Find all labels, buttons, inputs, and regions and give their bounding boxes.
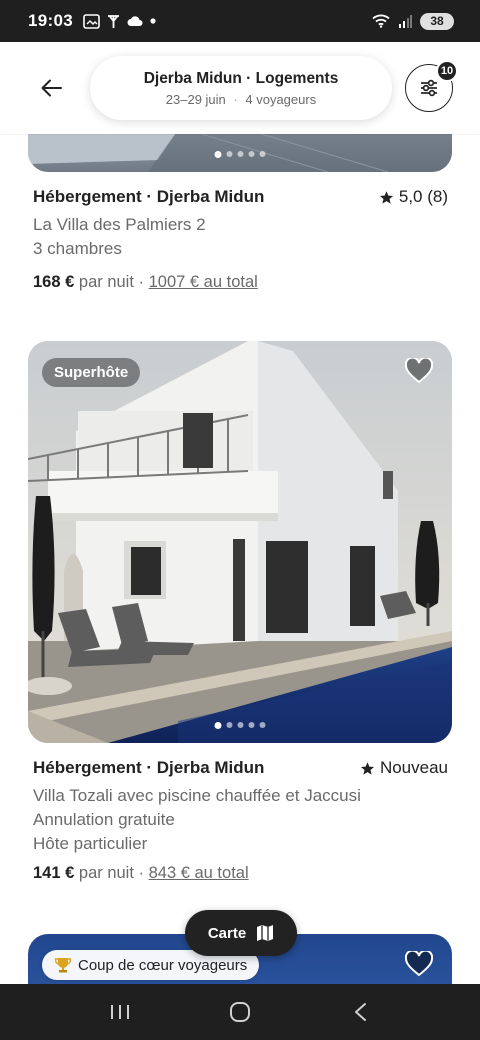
status-time: 19:03: [28, 11, 73, 30]
rating-value: Nouveau: [379, 758, 448, 777]
search-title: Djerba Midun · Logements: [143, 69, 339, 87]
listing-rating: 5,0 (8): [379, 187, 448, 207]
recent-apps-button[interactable]: [100, 992, 140, 1032]
search-guests: 4 voyageurs: [245, 91, 317, 107]
listing-type: Hébergement · Djerba Midun: [33, 187, 265, 206]
listing-price: 141 € par nuit · 843 € au total: [33, 864, 448, 883]
search-summary-pill[interactable]: Djerba Midun · Logements 23–29 juin · 4 …: [90, 56, 392, 120]
back-button[interactable]: [30, 66, 74, 110]
chevron-left-icon: [355, 1003, 366, 1021]
price-unit: par nuit: [78, 864, 134, 882]
map-icon: [257, 925, 274, 941]
price-separator: ·: [138, 864, 145, 882]
system-icons: 38: [372, 12, 454, 30]
wishlist-button[interactable]: [403, 355, 435, 387]
filter-count-badge: 10: [436, 60, 458, 82]
listing-photo-1[interactable]: [28, 130, 452, 172]
star-icon: [379, 190, 393, 204]
carousel-dot: [248, 151, 255, 157]
listing-detail: Hôte particulier: [33, 834, 148, 853]
heart-icon: [405, 951, 433, 977]
carousel-dot: [259, 151, 266, 157]
cloud-icon: [127, 15, 143, 27]
screen: 19:03 38 Djerba Midun · Logements 23–29 …: [0, 0, 480, 1040]
listing-photo-2[interactable]: Superhôte: [28, 341, 452, 743]
battery-indicator: 38: [420, 12, 454, 30]
listing-rating: Nouveau: [360, 758, 448, 778]
sliders-icon: [421, 79, 437, 97]
status-bar: 19:03 38: [0, 0, 480, 42]
trophy-icon: [54, 958, 72, 973]
battery-level: 38: [430, 14, 444, 28]
listing-header-row: Hébergement · Djerba Midun Nouveau: [33, 758, 448, 778]
badge-label: Coup de cœur voyageurs: [78, 956, 248, 974]
price-total[interactable]: 1007 € au total: [149, 273, 258, 291]
antenna-icon: [106, 14, 121, 29]
price-unit: par nuit: [78, 273, 134, 291]
search-dates: 23–29 juin: [165, 91, 226, 107]
wifi-icon: [372, 14, 390, 28]
search-header: Djerba Midun · Logements 23–29 juin · 4 …: [0, 42, 480, 134]
price-separator: ·: [138, 273, 145, 291]
carousel-dot: [237, 722, 244, 728]
search-subtitle: 23–29 juin · 4 voyageurs: [166, 92, 316, 107]
listing-header-row: Hébergement · Djerba Midun 5,0 (8): [33, 187, 448, 207]
carousel-dot: [248, 722, 255, 728]
carousel-dot: [226, 151, 233, 157]
carousel-dot: [259, 722, 266, 728]
home-button[interactable]: [220, 992, 260, 1032]
listing-info-2[interactable]: Hébergement · Djerba Midun Nouveau Villa…: [33, 758, 448, 883]
home-icon: [230, 1002, 250, 1022]
listing-name: Villa Tozali avec piscine chauffée et Ja…: [33, 786, 361, 805]
price-per-night: 168 €: [33, 273, 75, 291]
listing-price: 168 € par nuit · 1007 € au total: [33, 273, 448, 292]
listing-info-1[interactable]: Hébergement · Djerba Midun 5,0 (8) La Vi…: [33, 187, 448, 292]
map-button-label: Carte: [207, 924, 247, 942]
listing-name: La Villa des Palmiers 2: [33, 215, 206, 234]
superhost-badge: Superhôte: [42, 358, 141, 387]
villa-photo: [28, 341, 452, 743]
gallery-icon: [83, 13, 100, 29]
listing-detail: Annulation gratuite: [33, 810, 175, 829]
price-total[interactable]: 843 € au total: [149, 864, 249, 882]
carousel-dot: [226, 722, 233, 728]
system-navigation-bar: [0, 984, 480, 1040]
carousel-dots: [214, 150, 266, 158]
star-icon: [360, 761, 374, 775]
carousel-dot: [214, 150, 222, 158]
listing-detail: 3 chambres: [33, 239, 122, 258]
signal-icon: [398, 14, 412, 28]
listing-type: Hébergement · Djerba Midun: [33, 758, 265, 777]
carousel-dots: [214, 721, 266, 729]
wishlist-button[interactable]: [403, 948, 435, 980]
recents-icon: [111, 1005, 129, 1019]
search-separator: ·: [233, 91, 238, 107]
arrow-left-icon: [41, 79, 62, 97]
back-nav-button[interactable]: [340, 992, 380, 1032]
carousel-dot: [214, 721, 222, 729]
notification-icons: [83, 13, 157, 29]
dot-icon: [149, 17, 157, 25]
heart-icon: [405, 358, 433, 384]
price-per-night: 141 €: [33, 864, 75, 882]
carousel-dot: [237, 151, 244, 157]
map-button[interactable]: Carte: [185, 910, 297, 956]
rating-value: 5,0 (8): [398, 187, 448, 206]
